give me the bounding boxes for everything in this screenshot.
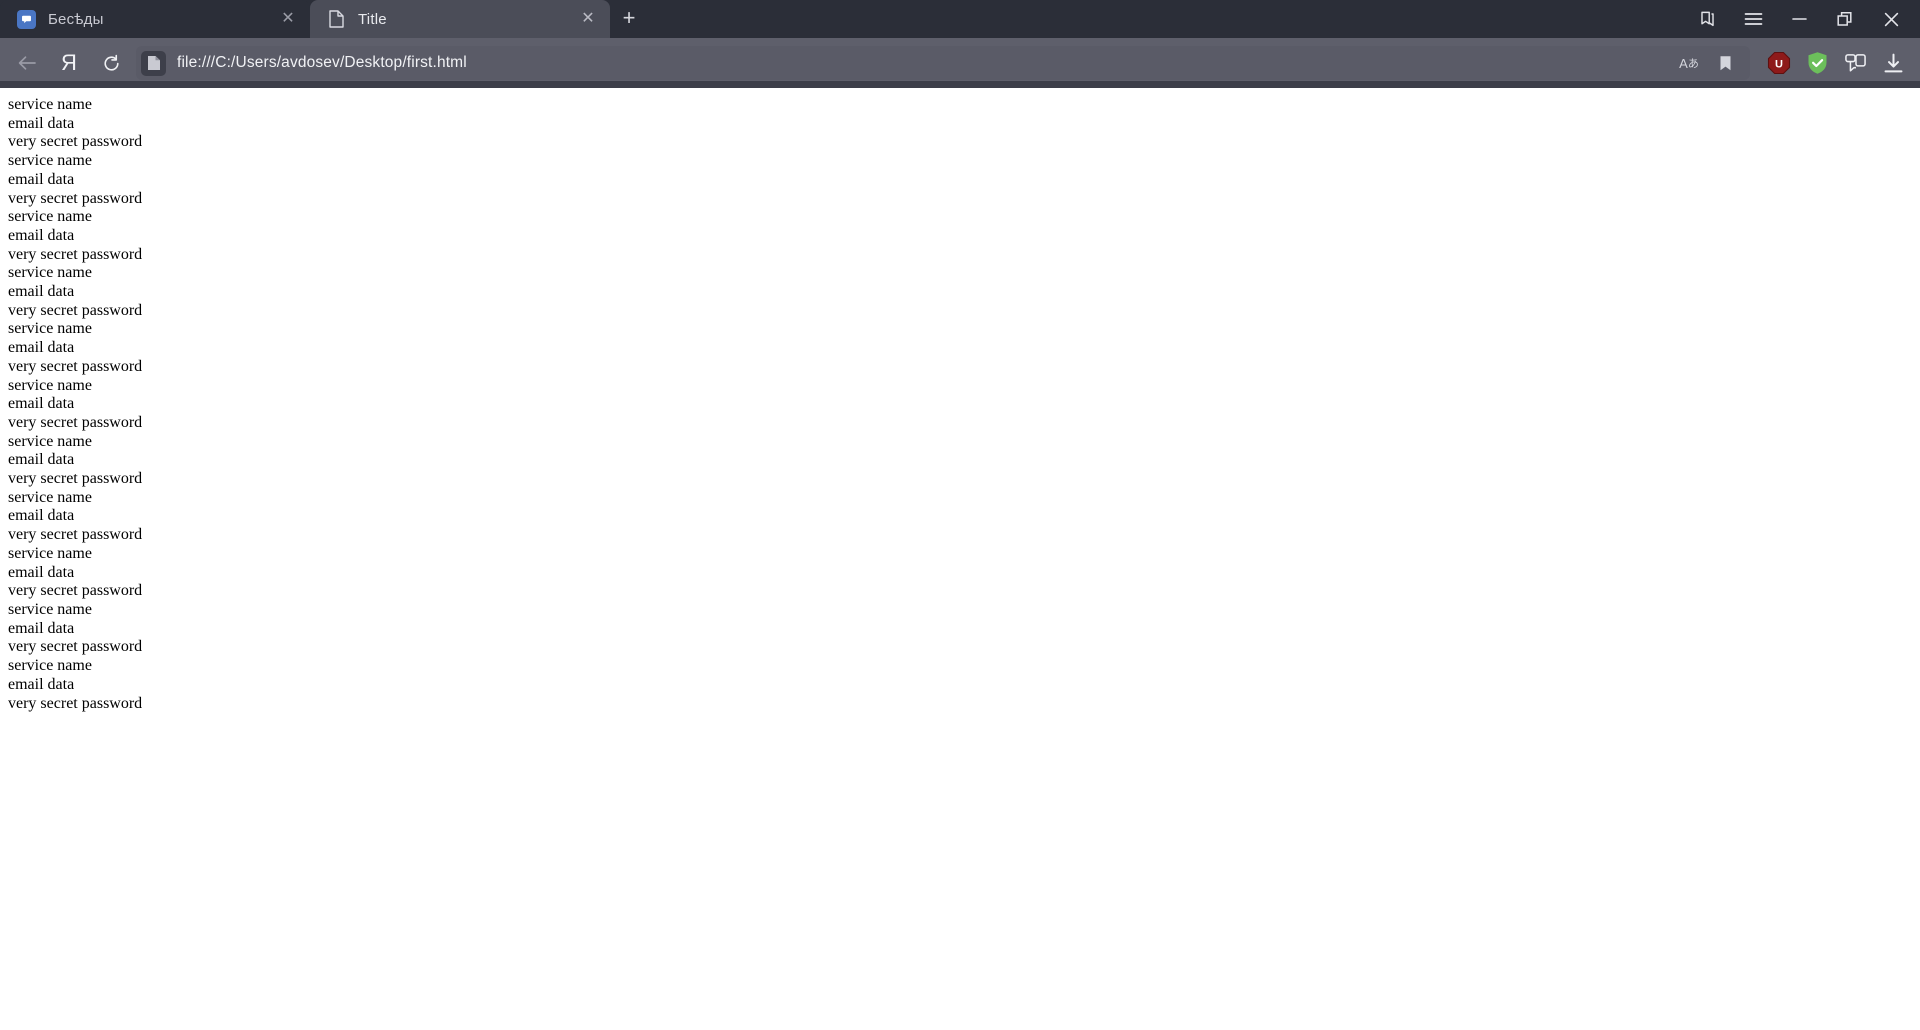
page-text-line: email data	[8, 395, 75, 413]
window-controls	[1684, 0, 1920, 38]
address-bar-actions: Aあ	[1670, 46, 1746, 80]
page-text-line: email data	[8, 507, 75, 525]
tab-title[interactable]: Title ✕	[310, 0, 610, 38]
translate-icon[interactable]: Aあ	[1670, 46, 1708, 80]
tab-close-icon[interactable]: ✕	[276, 7, 300, 31]
svg-text:U: U	[1775, 59, 1783, 71]
page-text-line: very secret password	[8, 470, 143, 488]
page-text-line: service name	[8, 657, 92, 675]
browser-window: Бесѣды ✕ Title ✕ + Я file:///C:/Users/av…	[0, 0, 1920, 1030]
page-text-line: email data	[8, 675, 75, 693]
page-text-line: service name	[8, 600, 92, 618]
page-text-line: very secret password	[8, 694, 143, 712]
translate-kana-label: あ	[1687, 58, 1699, 70]
page-text-line: very secret password	[8, 638, 143, 656]
page-viewport: service name email data very secret passwo…	[0, 88, 1920, 1030]
page-text-line: very secret password	[8, 301, 143, 319]
document-icon	[326, 9, 346, 29]
translate-latin-label: A	[1679, 55, 1688, 71]
page-text-line: service name	[8, 264, 92, 282]
bookmark-icon[interactable]	[1708, 46, 1742, 80]
tab-title-label: Title	[358, 10, 387, 28]
page-text-line: service name	[8, 488, 92, 506]
shield-icon[interactable]	[1798, 44, 1836, 82]
page-text-line: service name	[8, 208, 92, 226]
tab-strip: Бесѣды ✕ Title ✕ +	[0, 0, 1920, 38]
collections-button[interactable]	[1684, 0, 1730, 38]
page-text-line: email data	[8, 226, 75, 244]
page-text-line: very secret password	[8, 526, 143, 544]
ublock-origin-icon[interactable]: U	[1760, 44, 1798, 82]
page-text-line: email data	[8, 563, 75, 581]
page-text-line: email data	[8, 170, 75, 188]
page-text-line: very secret password	[8, 413, 143, 431]
page-text-line: service name	[8, 320, 92, 338]
page-text-line: very secret password	[8, 189, 143, 207]
page-text-line: service name	[8, 96, 92, 113]
page-text-line: very secret password	[8, 133, 143, 151]
tab-strip-spacer	[648, 0, 1684, 38]
yandex-home-button[interactable]: Я	[48, 42, 90, 84]
tab-title-besedy: Бесѣды	[48, 10, 104, 28]
url-text[interactable]: file:///C:/Users/avdosev/Desktop/first.h…	[177, 54, 1670, 72]
menu-button[interactable]	[1730, 0, 1776, 38]
page-text-line: email data	[8, 339, 75, 357]
page-text-line: email data	[8, 619, 75, 637]
download-icon[interactable]	[1874, 44, 1912, 82]
page-text-line: very secret password	[8, 582, 143, 600]
tab-close-icon-active[interactable]: ✕	[576, 7, 600, 31]
page-text-line: service name	[8, 544, 92, 562]
restore-button[interactable]	[1822, 0, 1868, 38]
reload-button[interactable]	[90, 42, 132, 84]
page-text-line: service name	[8, 432, 92, 450]
chat-bubble-icon	[16, 9, 36, 29]
page-content: service name email data very secret passwo…	[0, 88, 1920, 721]
collections-icon[interactable]	[1836, 44, 1874, 82]
page-document-icon	[141, 50, 166, 76]
new-tab-button[interactable]: +	[610, 0, 648, 38]
minimize-button[interactable]	[1776, 0, 1822, 38]
page-text-line: email data	[8, 283, 75, 301]
page-text-line: email data	[8, 114, 75, 132]
page-text-line: very secret password	[8, 245, 143, 263]
page-text-line: very secret password	[8, 357, 143, 375]
close-button[interactable]	[1868, 0, 1914, 38]
extension-toolbar: U	[1756, 43, 1912, 83]
toolbar-underline	[0, 81, 1920, 88]
page-text-line: email data	[8, 451, 75, 469]
tab-besedy[interactable]: Бесѣды ✕	[0, 0, 310, 38]
page-text-line: service name	[8, 376, 92, 394]
page-text-line: service name	[8, 152, 92, 170]
address-bar[interactable]: file:///C:/Users/avdosev/Desktop/first.h…	[136, 46, 1750, 80]
back-button[interactable]	[6, 42, 48, 84]
browser-toolbar: Я file:///C:/Users/avdosev/Desktop/first…	[0, 38, 1920, 88]
